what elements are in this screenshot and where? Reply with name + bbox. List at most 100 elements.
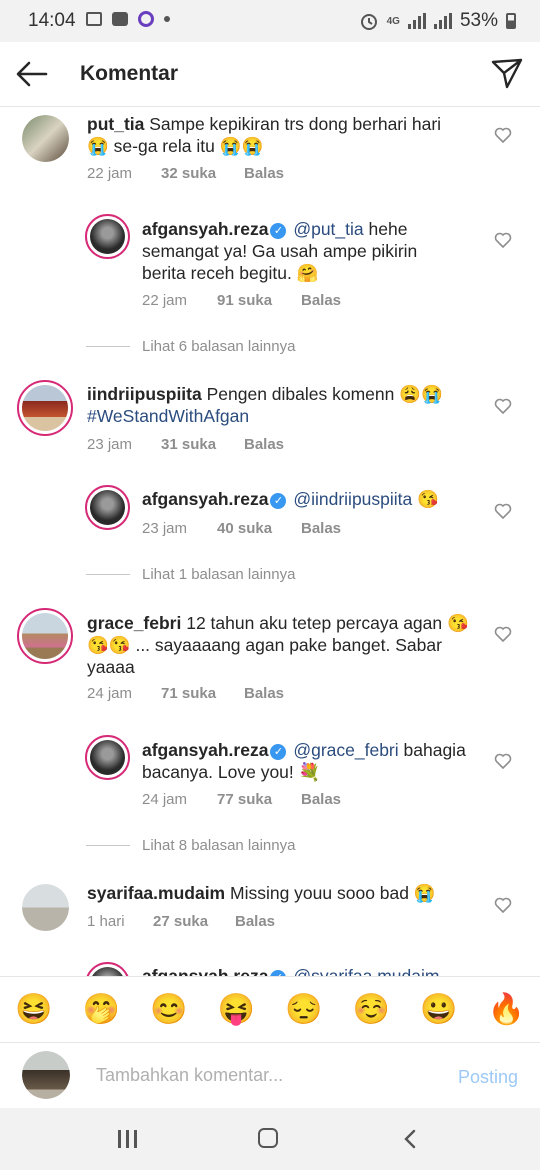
- comment-time: 22 jam: [142, 292, 188, 309]
- comment-time: 22 jam: [87, 165, 133, 182]
- view-more-label[interactable]: Lihat 1 balasan lainnya: [142, 566, 295, 583]
- like-count[interactable]: 31 suka: [161, 436, 244, 453]
- reply-button[interactable]: Balas: [301, 520, 341, 537]
- comment-time: 24 jam: [87, 685, 133, 702]
- comment-username[interactable]: iindriipuspiita: [87, 384, 202, 404]
- view-more-label[interactable]: Lihat 6 balasan lainnya: [142, 338, 295, 355]
- page-title: Komentar: [80, 62, 179, 85]
- paper-plane-icon[interactable]: [490, 56, 524, 90]
- reply-button[interactable]: Balas: [244, 685, 284, 702]
- comment-composer: Tambahkan komentar... Posting: [0, 1042, 540, 1109]
- reply-button[interactable]: Balas: [235, 913, 275, 930]
- comment-username[interactable]: afgansyah.reza: [142, 740, 268, 760]
- recent-apps-icon[interactable]: [118, 1130, 137, 1148]
- comment-text: Sampe kepikiran trs dong berhari hari: [149, 114, 442, 134]
- system-nav-bar: [0, 1108, 540, 1170]
- reply-button[interactable]: Balas: [301, 292, 341, 309]
- comment-emoji: 😘😘: [87, 635, 131, 655]
- like-count[interactable]: 71 suka: [161, 685, 244, 702]
- signal-icon-2: [433, 13, 452, 29]
- divider-line: [86, 346, 130, 347]
- view-more-replies[interactable]: Lihat 6 balasan lainnya: [86, 338, 295, 355]
- emoji-quick-bar: 😆 🤭 😊 😝 😔 ☺️ 😀 🔥: [0, 976, 540, 1043]
- like-count[interactable]: 27 suka: [153, 913, 235, 930]
- status-time: 14:04: [28, 10, 76, 31]
- comment-username[interactable]: put_tia: [87, 114, 144, 134]
- view-more-replies[interactable]: Lihat 1 balasan lainnya: [86, 566, 295, 583]
- back-icon[interactable]: [400, 1128, 420, 1150]
- comment-time: 24 jam: [142, 791, 188, 808]
- comment-text: Missing youu sooo bad: [230, 883, 409, 903]
- comment-text: semangat ya! Ga usah ampe pikirin: [142, 241, 418, 261]
- heart-icon[interactable]: [494, 232, 512, 248]
- comment-username[interactable]: afgansyah.reza: [142, 489, 268, 509]
- avatar[interactable]: [85, 214, 130, 259]
- like-count[interactable]: 40 suka: [217, 520, 301, 537]
- emoji-button[interactable]: 😝: [218, 995, 255, 1025]
- comment-text: Pengen dibales komenn: [206, 384, 395, 404]
- avatar[interactable]: [17, 380, 73, 436]
- like-count[interactable]: 77 suka: [217, 791, 301, 808]
- emoji-button[interactable]: 😆: [15, 995, 52, 1025]
- comment-text: se-ga rela itu: [113, 136, 215, 156]
- comment-emoji: 😭: [413, 883, 436, 903]
- comment-time: 23 jam: [87, 436, 133, 453]
- comment-input[interactable]: Tambahkan komentar...: [96, 1065, 283, 1086]
- reply-button[interactable]: Balas: [244, 165, 284, 182]
- status-bar: 14:04 4G 53%: [0, 0, 540, 42]
- heart-icon[interactable]: [494, 503, 512, 519]
- emoji-button[interactable]: 🔥: [488, 995, 525, 1025]
- mention-link[interactable]: @put_tia: [293, 219, 363, 239]
- verified-badge-icon: ✓: [270, 223, 287, 239]
- heart-icon[interactable]: [494, 127, 512, 143]
- like-count[interactable]: 91 suka: [217, 292, 301, 309]
- comment-username[interactable]: grace_febri: [87, 613, 181, 633]
- gallery-notification-icon: [86, 12, 102, 26]
- app-notification-icon: [138, 11, 154, 27]
- emoji-button[interactable]: 😊: [150, 995, 187, 1025]
- comment-username[interactable]: syarifaa.mudaim: [87, 883, 225, 903]
- comment-text: ... sayaaaang agan pake banget. Sabar: [130, 635, 442, 655]
- hashtag-link[interactable]: #WeStandWithAfgan: [87, 406, 249, 426]
- mention-link[interactable]: @grace_febri: [293, 740, 398, 760]
- heart-icon[interactable]: [494, 626, 512, 642]
- comment-emoji: 💐: [298, 762, 321, 782]
- divider-line: [86, 845, 130, 846]
- signal-icon: [407, 13, 426, 29]
- comment-username[interactable]: afgansyah.reza: [142, 219, 268, 239]
- comment-emoji: 😘: [417, 489, 439, 509]
- verified-badge-icon: ✓: [270, 744, 287, 760]
- verified-badge-icon: ✓: [270, 493, 287, 509]
- reply-button[interactable]: Balas: [301, 791, 341, 808]
- avatar[interactable]: [85, 485, 130, 530]
- avatar[interactable]: [85, 735, 130, 780]
- post-button[interactable]: Posting: [458, 1067, 518, 1088]
- battery-icon: [506, 13, 516, 29]
- avatar[interactable]: [17, 608, 73, 664]
- emoji-button[interactable]: ☺️: [353, 995, 390, 1025]
- comment-emoji: 😘: [447, 613, 469, 633]
- view-more-replies[interactable]: Lihat 8 balasan lainnya: [86, 837, 295, 854]
- like-count[interactable]: 32 suka: [161, 165, 244, 182]
- comment-time: 23 jam: [142, 520, 188, 537]
- comment-emoji: 😩😭: [399, 384, 443, 404]
- avatar[interactable]: [22, 115, 69, 162]
- avatar[interactable]: [22, 884, 69, 931]
- emoji-button[interactable]: 🤭: [83, 995, 120, 1025]
- comment-emoji: 😭: [87, 136, 109, 156]
- emoji-button[interactable]: 😀: [420, 995, 457, 1025]
- message-notification-icon: [112, 12, 128, 26]
- mention-link[interactable]: @iindriipuspiita: [293, 489, 412, 509]
- heart-icon[interactable]: [494, 753, 512, 769]
- heart-icon[interactable]: [494, 897, 512, 913]
- comment-time: 1 hari: [87, 913, 125, 930]
- arrow-left-icon[interactable]: [14, 58, 50, 90]
- emoji-button[interactable]: 😔: [285, 995, 322, 1025]
- heart-icon[interactable]: [494, 398, 512, 414]
- comment-emoji: 🤗: [296, 263, 319, 283]
- my-avatar: [22, 1051, 70, 1099]
- reply-button[interactable]: Balas: [244, 436, 284, 453]
- view-more-label[interactable]: Lihat 8 balasan lainnya: [142, 837, 295, 854]
- home-icon[interactable]: [258, 1128, 278, 1148]
- comment-text: 12 tahun aku tetep percaya agan: [186, 613, 443, 633]
